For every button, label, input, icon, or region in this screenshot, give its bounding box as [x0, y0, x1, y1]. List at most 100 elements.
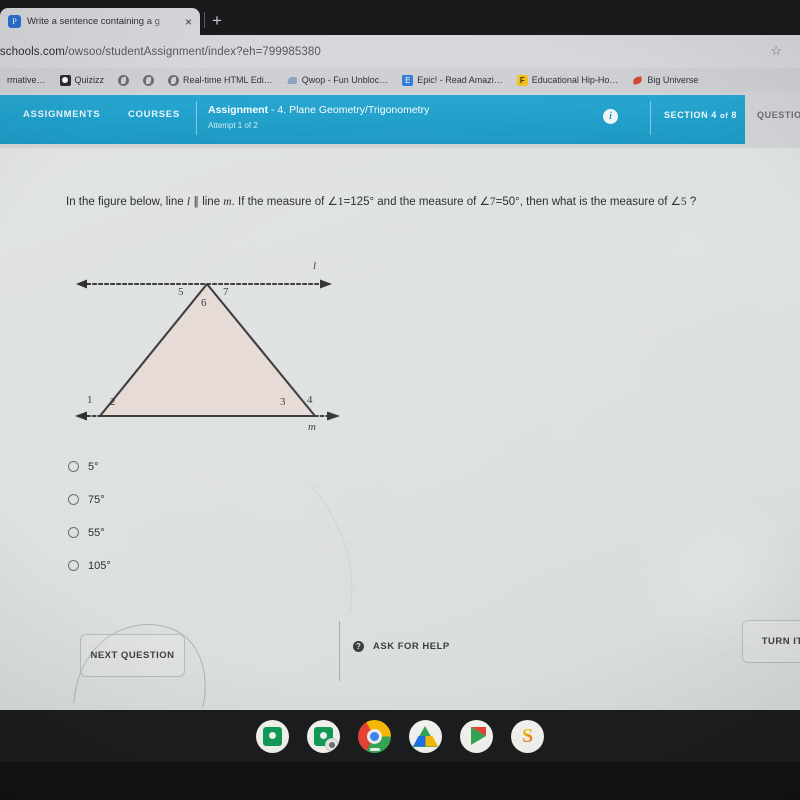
radio-button[interactable] [68, 494, 79, 505]
chromeos-shelf [0, 710, 800, 762]
bookmark-item[interactable] [136, 74, 161, 86]
radio-button[interactable] [68, 461, 79, 472]
next-question-button[interactable]: NEXT QUESTION [80, 634, 185, 677]
question-mid-1: . If the measure of [231, 196, 328, 208]
angle-label-5: 5 [178, 286, 184, 298]
globe-icon [168, 74, 180, 86]
section-indicator: SECTION 4 of 8 [664, 110, 737, 120]
section-of: of [720, 111, 729, 120]
question-mid-2: and the measure of [374, 196, 480, 208]
google-classroom-alt-icon[interactable] [307, 719, 340, 753]
bookmark-item[interactable]: Educational Hip-Ho… [510, 74, 626, 86]
bookmark-item[interactable]: Epic! - Read Amazi… [395, 74, 510, 86]
geometry-figure: 5 6 7 1 2 3 4 l m [70, 253, 350, 438]
line-l-arrow-left [76, 279, 87, 289]
turn-it-in-button[interactable]: TURN IT IN [742, 620, 800, 663]
question-prefix: In the figure below, line [66, 196, 187, 208]
line-l-label: l [313, 260, 317, 272]
assignment-title: Assignment - 4. Plane Geometry/Trigonome… [208, 104, 429, 116]
bookmark-label: Real-time HTML Edi… [183, 75, 273, 85]
line-m-arrow-right [327, 411, 340, 421]
bookmark-item[interactable]: Quizizz [53, 74, 112, 86]
answer-option[interactable]: 75° [68, 483, 111, 516]
radio-button[interactable] [68, 527, 79, 538]
photo-scratch-artifact-2 [309, 483, 353, 613]
google-play-store-icon[interactable] [460, 719, 493, 753]
ask-for-help-label: ASK FOR HELP [373, 641, 450, 652]
parallel-symbol: ∥ [190, 196, 203, 208]
section-total: 8 [731, 110, 738, 120]
url-domain: rschools.com [0, 45, 65, 58]
globe-icon [118, 74, 130, 86]
google-classroom-icon[interactable] [256, 719, 289, 753]
close-icon[interactable]: × [185, 16, 192, 28]
answer-option-label: 5° [88, 460, 99, 473]
flocabulary-icon [516, 74, 528, 86]
bookmark-label: Quizizz [74, 75, 105, 85]
bookmark-item[interactable]: Qwop - Fun Unbloc… [280, 75, 396, 86]
controls-divider [339, 621, 340, 681]
bookmark-item[interactable]: Real-time HTML Edi… [161, 74, 280, 86]
section-label: SECTION 4 [664, 110, 717, 120]
answer-options: 5° 75° 55° 105° [68, 450, 111, 582]
line-m-label: m [308, 421, 316, 433]
assignment-word: Assignment [208, 104, 269, 116]
app-badge-icon [325, 737, 339, 752]
tab-favicon: P [8, 15, 21, 28]
angle-label-7: 7 [223, 286, 229, 298]
angle-label-6: 6 [201, 297, 207, 309]
angle-5-ref: ∠5 [670, 196, 687, 208]
answer-option-label: 75° [88, 493, 105, 506]
header-divider [650, 101, 651, 135]
bookmark-item[interactable]: rmative… [0, 75, 53, 85]
radio-button[interactable] [68, 560, 79, 571]
bookmark-label: Educational Hip-Ho… [531, 75, 619, 85]
browser-tabstrip: P Write a sentence containing a g × + [0, 0, 800, 35]
quizizz-icon [59, 74, 71, 86]
answer-option-label: 105° [88, 559, 111, 572]
tab-title: Write a sentence containing a g [27, 16, 160, 27]
answer-option[interactable]: 55° [68, 516, 111, 549]
question-text: In the figure below, line l ∥ line m. If… [66, 192, 782, 213]
next-question-label: NEXT QUESTION [90, 650, 175, 661]
ask-for-help-button[interactable]: ? ASK FOR HELP [353, 641, 450, 652]
big-universe-icon [632, 75, 643, 86]
answer-option[interactable]: 105° [68, 549, 111, 582]
info-icon[interactable]: i [603, 109, 618, 124]
bookmark-item[interactable] [111, 74, 136, 86]
angle-7-value: =50° [495, 196, 520, 208]
question-mid-3: , then what is the measure of [519, 196, 671, 208]
bookmark-label: Qwop - Fun Unbloc… [301, 75, 389, 85]
bookmark-item[interactable]: Big Universe [625, 75, 705, 86]
angle-label-3: 3 [280, 396, 286, 408]
question-indicator: QUESTION [757, 110, 800, 120]
angle-1-value: =125° [343, 196, 375, 208]
browser-tab[interactable]: P Write a sentence containing a g × [0, 8, 200, 35]
bookmark-label: rmative… [7, 75, 46, 85]
question-suffix: ? [686, 196, 697, 208]
address-bar-url: rschools.com/owsoo/studentAssignment/ind… [0, 46, 321, 58]
shelf-app-row [0, 718, 800, 754]
answer-option[interactable]: 5° [68, 450, 111, 483]
header-divider [196, 101, 197, 135]
assignment-page: In the figure below, line l ∥ line m. If… [0, 148, 800, 710]
nav-assignments[interactable]: ASSIGNMENTS [23, 109, 100, 120]
active-app-indicator [369, 748, 380, 751]
line-m-ref: m [223, 196, 232, 208]
turn-it-in-label: TURN IT IN [761, 636, 800, 647]
browser-omnibox[interactable]: rschools.com/owsoo/studentAssignment/ind… [0, 35, 800, 68]
seesaw-icon[interactable] [511, 719, 544, 753]
google-drive-icon[interactable] [409, 719, 442, 753]
bookmark-label: Big Universe [647, 75, 699, 85]
angle-label-1: 1 [87, 394, 93, 406]
chrome-app-wrapper [358, 719, 391, 753]
bookmark-star-icon[interactable]: ☆ [770, 44, 782, 57]
app-header-blue [0, 95, 745, 144]
nav-courses[interactable]: COURSES [128, 109, 180, 120]
url-path: /owsoo/studentAssignment/index?eh=799985… [64, 45, 321, 58]
new-tab-button[interactable]: + [212, 12, 222, 29]
app-header-bar: ASSIGNMENTS COURSES Assignment - 4. Plan… [0, 92, 800, 148]
answer-option-label: 55° [88, 526, 105, 539]
globe-icon [143, 74, 155, 86]
line-m-arrow-left [75, 411, 87, 421]
